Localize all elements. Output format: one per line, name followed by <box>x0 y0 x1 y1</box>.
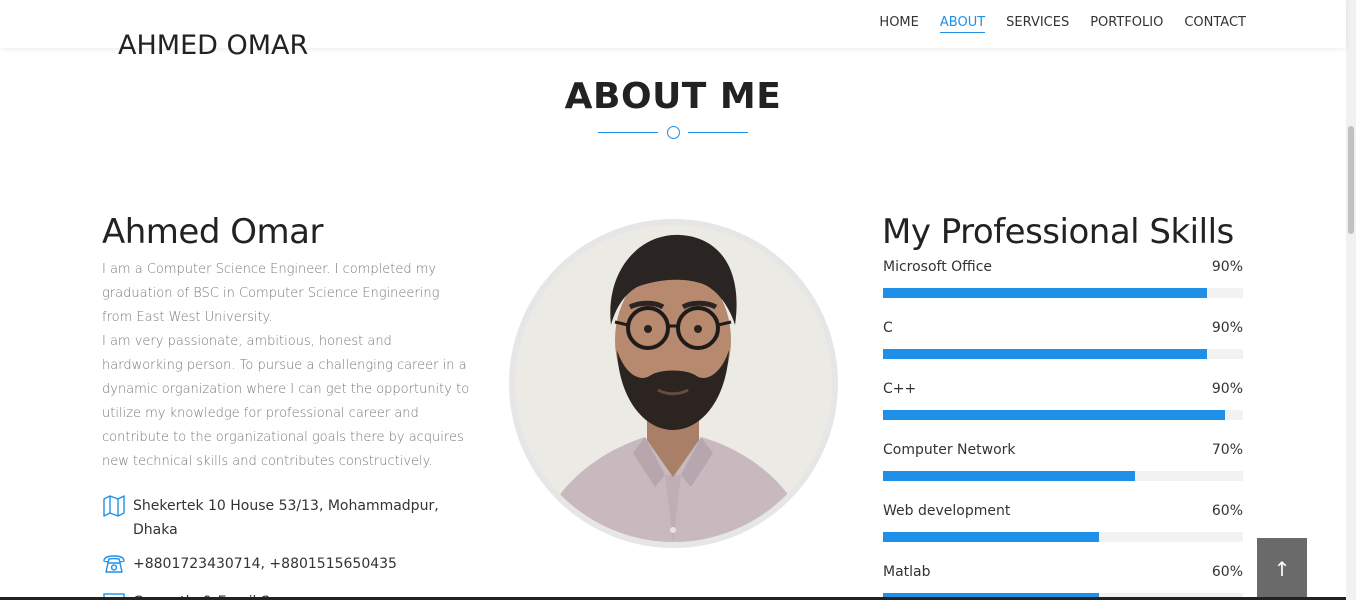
skill-label: C++ <box>883 381 917 397</box>
skill-label: C <box>883 320 893 336</box>
phone-icon <box>102 552 126 576</box>
page-scrollbar[interactable] <box>1346 0 1356 600</box>
back-to-top-button[interactable]: ↑ <box>1257 538 1307 600</box>
skill-item: Computer Network 70% <box>883 440 1243 501</box>
skills-list: Microsoft Office 90% C 90% C++ 90% Compu… <box>883 257 1243 600</box>
skill-progress-track <box>883 288 1243 298</box>
skill-progress-bar <box>883 532 1099 542</box>
skill-label: Matlab <box>883 564 931 580</box>
skill-percent: 60% <box>1211 503 1243 519</box>
phone-text: +8801723430714, +8801515650435 <box>133 556 397 572</box>
contact-address: Shekertek 10 House 53/13, Mohammadpur, D… <box>102 494 462 542</box>
skill-progress-track <box>883 471 1243 481</box>
section-title: ABOUT ME <box>564 76 782 117</box>
main-nav: HOME ABOUT SERVICES PORTFOLIO CONTACT <box>879 15 1246 33</box>
skill-item: Matlab 60% <box>883 562 1243 600</box>
skill-label: Microsoft Office <box>883 259 993 275</box>
skill-percent: 90% <box>1211 320 1243 336</box>
skill-percent: 90% <box>1211 381 1243 397</box>
scrollbar-thumb[interactable] <box>1348 126 1354 234</box>
nav-portfolio[interactable]: PORTFOLIO <box>1090 15 1163 33</box>
skill-label: Computer Network <box>883 442 1016 458</box>
brand-logo[interactable]: AHMED OMAR <box>118 30 308 61</box>
skills-title: My Professional Skills <box>882 212 1234 252</box>
address-text: Shekertek 10 House 53/13, Mohammadpur, D… <box>133 498 439 538</box>
skill-percent: 70% <box>1211 442 1243 458</box>
title-divider <box>598 126 748 140</box>
bio-paragraph-2: I am very passionate, ambitious, honest … <box>102 334 470 469</box>
divider-circle-icon <box>667 126 680 139</box>
map-icon <box>102 494 126 518</box>
contact-phone: +8801723430714, +8801515650435 <box>102 552 462 576</box>
person-name: Ahmed Omar <box>102 212 323 252</box>
skill-progress-bar <box>883 349 1207 359</box>
skill-label: Web development <box>883 503 1011 519</box>
skill-item: C 90% <box>883 318 1243 379</box>
skill-progress-track <box>883 349 1243 359</box>
bio-text: I am a Computer Science Engineer. I comp… <box>102 258 470 474</box>
site-header: AHMED OMAR HOME ABOUT SERVICES PORTFOLIO… <box>0 0 1346 61</box>
skill-item: Microsoft Office 90% <box>883 257 1243 318</box>
skill-progress-bar <box>883 288 1207 298</box>
profile-photo <box>509 219 838 548</box>
arrow-up-icon: ↑ <box>1273 557 1291 581</box>
skill-percent: 60% <box>1211 564 1243 580</box>
skill-item: C++ 90% <box>883 379 1243 440</box>
nav-home[interactable]: HOME <box>879 15 918 33</box>
nav-about[interactable]: ABOUT <box>939 15 986 33</box>
skill-percent: 90% <box>1211 259 1243 275</box>
bio-paragraph-1: I am a Computer Science Engineer. I comp… <box>102 262 440 325</box>
skill-progress-bar <box>883 410 1225 420</box>
nav-contact[interactable]: CONTACT <box>1184 15 1246 33</box>
divider-line-right <box>688 132 748 133</box>
skill-progress-bar <box>883 471 1135 481</box>
divider-line-left <box>598 132 658 133</box>
nav-services[interactable]: SERVICES <box>1006 15 1069 33</box>
skill-progress-track <box>883 410 1243 420</box>
skill-item: Web development 60% <box>883 501 1243 562</box>
skill-progress-track <box>883 532 1243 542</box>
